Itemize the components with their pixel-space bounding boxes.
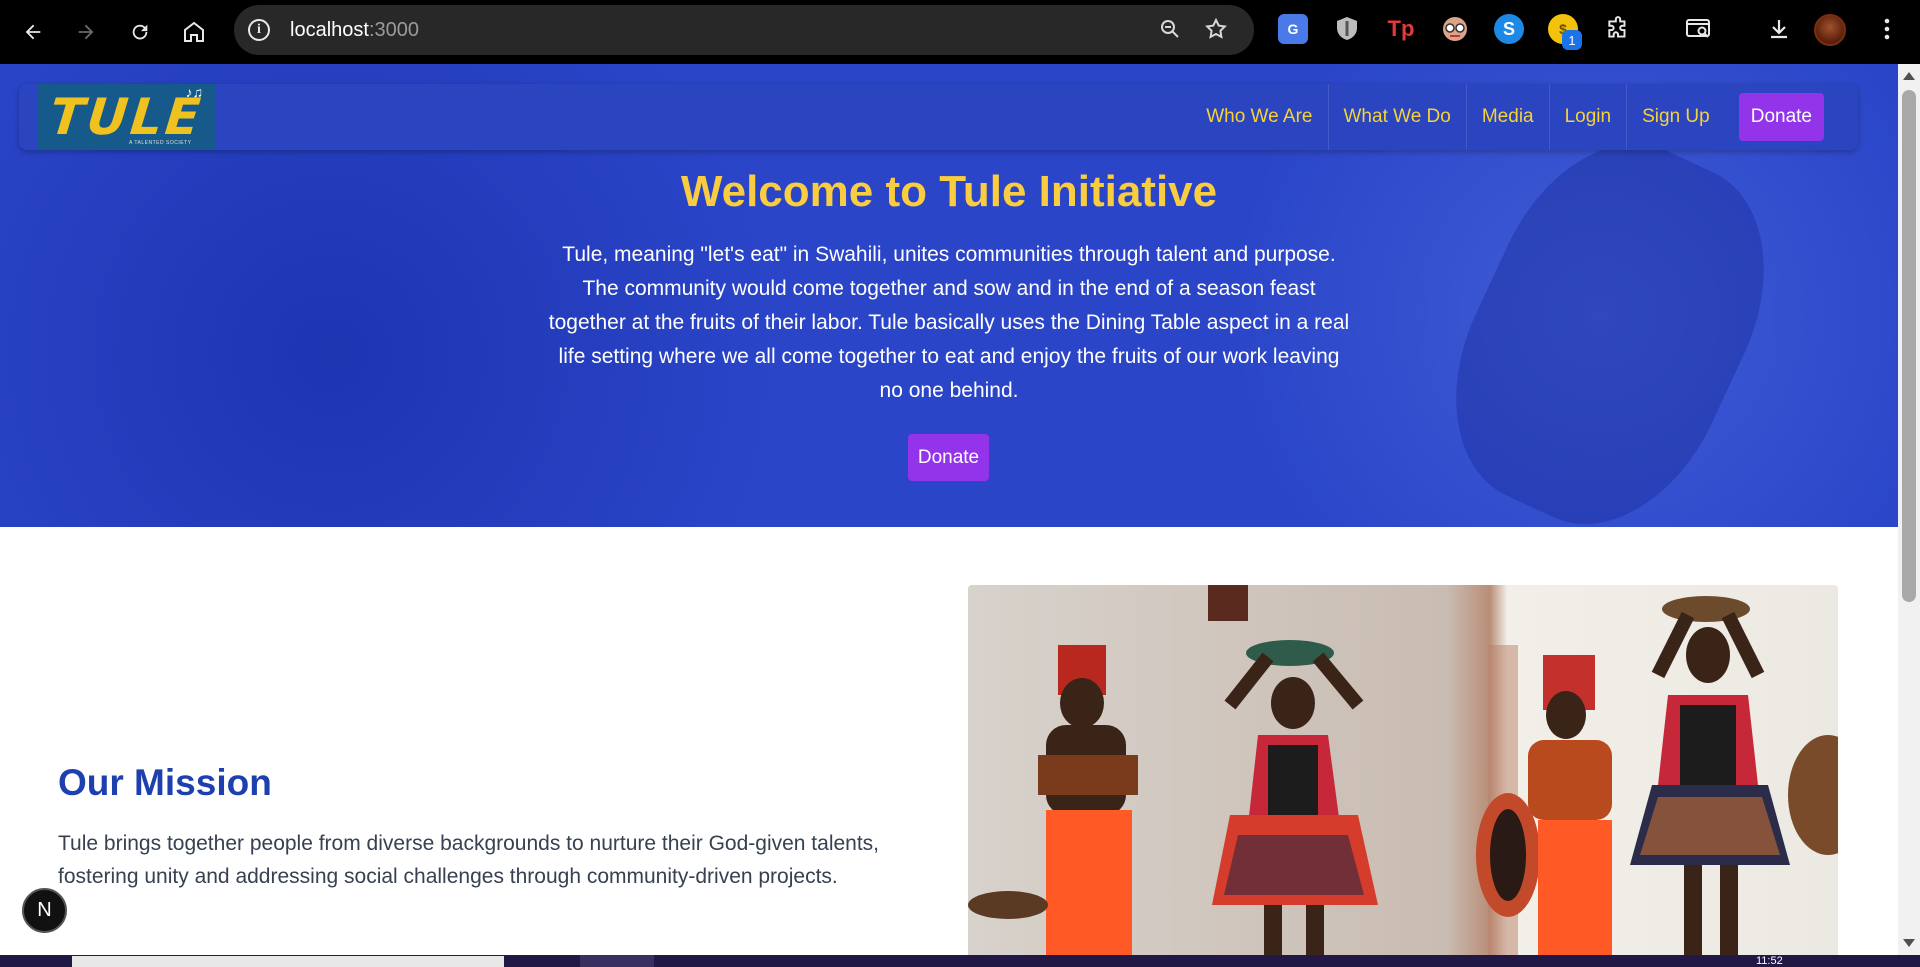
hero-section: TULE ♪♫ A TALENTED SOCIETY Who We Are Wh… bbox=[0, 64, 1898, 527]
taskbar-active-app[interactable] bbox=[580, 955, 654, 967]
site-navbar: TULE ♪♫ A TALENTED SOCIETY Who We Are Wh… bbox=[19, 84, 1858, 150]
hero-donate-button[interactable]: Donate bbox=[908, 434, 989, 481]
address-bar[interactable]: i localhost:3000 bbox=[234, 5, 1254, 55]
page-scrollbar[interactable] bbox=[1898, 64, 1920, 955]
site-info-icon[interactable]: i bbox=[248, 19, 270, 41]
taskbar-window-preview[interactable] bbox=[72, 956, 504, 967]
nav-item-sign-up[interactable]: Sign Up bbox=[1627, 84, 1725, 150]
dancers-photo bbox=[968, 585, 1838, 955]
home-icon[interactable] bbox=[176, 14, 212, 50]
nav-item-who-we-are[interactable]: Who We Are bbox=[1191, 84, 1329, 150]
nav-donate-button[interactable]: Donate bbox=[1738, 93, 1824, 141]
zoom-icon[interactable] bbox=[1158, 17, 1182, 47]
os-taskbar: 11:52 bbox=[0, 955, 1920, 967]
extension-badge: 1 bbox=[1562, 30, 1582, 50]
music-note-icon: ♪♫ bbox=[185, 84, 204, 100]
profile-avatar[interactable] bbox=[1814, 14, 1846, 46]
back-icon[interactable] bbox=[15, 14, 51, 50]
nextjs-dev-indicator[interactable]: N bbox=[22, 888, 67, 933]
nav-menu: Who We Are What We Do Media Login Sign U… bbox=[1191, 84, 1858, 150]
scrollbar-thumb[interactable] bbox=[1902, 90, 1916, 602]
address-url[interactable]: localhost:3000 bbox=[290, 19, 419, 42]
tp-extension-icon[interactable]: Tp bbox=[1386, 14, 1416, 44]
taskbar-clock: 11:52 bbox=[1756, 955, 1783, 967]
forward-icon[interactable] bbox=[68, 14, 104, 50]
glasses-extension-icon[interactable] bbox=[1440, 14, 1470, 44]
nav-item-login[interactable]: Login bbox=[1550, 84, 1628, 150]
extensions-puzzle-icon[interactable] bbox=[1603, 14, 1633, 44]
bookmark-star-icon[interactable] bbox=[1204, 17, 1228, 47]
scroll-down-icon[interactable] bbox=[1903, 939, 1915, 947]
scroll-up-icon[interactable] bbox=[1903, 72, 1915, 80]
nav-item-media[interactable]: Media bbox=[1467, 84, 1550, 150]
reload-icon[interactable] bbox=[122, 14, 158, 50]
browser-menu-icon[interactable] bbox=[1872, 14, 1902, 44]
site-logo[interactable]: TULE ♪♫ A TALENTED SOCIETY bbox=[37, 84, 215, 150]
shield-extension-icon[interactable] bbox=[1332, 14, 1362, 44]
nav-item-what-we-do[interactable]: What We Do bbox=[1329, 84, 1467, 150]
hero-description: Tule, meaning "let's eat" in Swahili, un… bbox=[548, 243, 1350, 402]
page-viewport: TULE ♪♫ A TALENTED SOCIETY Who We Are Wh… bbox=[0, 64, 1898, 955]
translate-extension-icon[interactable]: G bbox=[1278, 14, 1308, 44]
browser-toolbar: i localhost:3000 G Tp S $ 1 bbox=[0, 0, 1920, 64]
mission-description: Tule brings together people from diverse… bbox=[58, 832, 880, 888]
hero-title: Welcome to Tule Initiative bbox=[680, 167, 1218, 216]
shazam-extension-icon[interactable]: S bbox=[1494, 14, 1524, 44]
tab-search-icon[interactable] bbox=[1684, 14, 1714, 44]
download-icon[interactable] bbox=[1764, 14, 1794, 44]
mission-title: Our Mission bbox=[58, 762, 272, 803]
